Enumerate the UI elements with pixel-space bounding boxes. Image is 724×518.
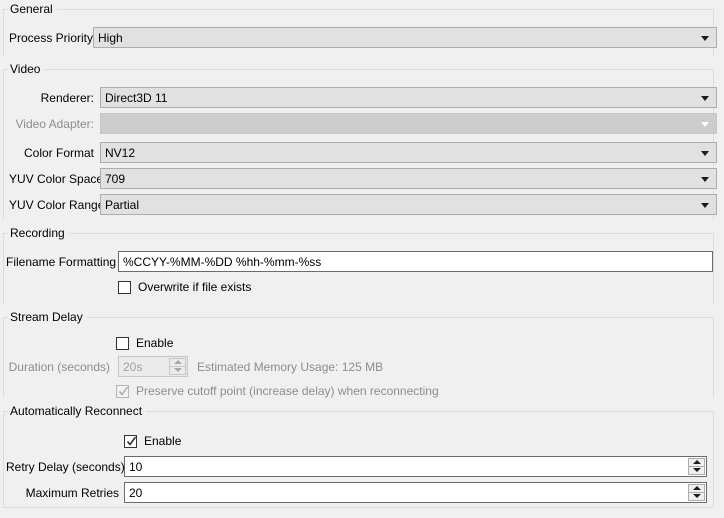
renderer-label: Renderer: xyxy=(40,90,94,105)
process-priority-combobox[interactable]: High xyxy=(93,27,717,48)
group-stream-delay-title: Stream Delay xyxy=(8,310,87,324)
retry-delay-input[interactable]: 10 xyxy=(124,456,707,477)
row-yuv-color-range: YUV Color Range Partial xyxy=(9,194,717,215)
yuv-color-range-combobox[interactable]: Partial xyxy=(100,194,717,215)
filename-formatting-input[interactable]: %CCYY-%MM-%DD %hh-%mm-%ss xyxy=(118,251,713,272)
filename-formatting-value: %CCYY-%MM-%DD %hh-%mm-%ss xyxy=(123,254,322,269)
preserve-cutoff-label: Preserve cutoff point (increase delay) w… xyxy=(136,384,439,398)
estimated-memory-usage-text: Estimated Memory Usage: 125 MB xyxy=(197,359,384,374)
renderer-value: Direct3D 11 xyxy=(105,90,168,105)
spin-down-button xyxy=(169,366,186,375)
settings-page: General Process Priority High Video Rend… xyxy=(0,0,724,518)
video-adapter-label: Video Adapter: xyxy=(15,116,94,131)
row-stream-delay-duration: Duration (seconds) 20s Estimated Memory … xyxy=(6,356,383,377)
spin-up-button[interactable] xyxy=(688,484,705,493)
chevron-down-icon xyxy=(701,176,709,182)
chevron-down-icon xyxy=(701,202,709,208)
stream-delay-enable-label: Enable xyxy=(136,336,174,350)
yuv-color-space-value: 709 xyxy=(105,171,126,186)
process-priority-value: High xyxy=(98,30,123,45)
maximum-retries-spin-buttons[interactable] xyxy=(688,484,705,501)
row-maximum-retries: Maximum Retries 20 xyxy=(6,482,707,503)
stream-delay-duration-spinner: 20s xyxy=(118,356,188,377)
group-recording: Recording Filename Formatting %CCYY-%MM-… xyxy=(3,226,714,304)
spin-down-button[interactable] xyxy=(688,466,705,475)
process-priority-label: Process Priority xyxy=(9,30,94,45)
yuv-color-space-label: YUV Color Space xyxy=(9,171,104,186)
yuv-color-range-value: Partial xyxy=(105,197,140,212)
row-filename-formatting: Filename Formatting %CCYY-%MM-%DD %hh-%m… xyxy=(6,251,713,272)
video-adapter-combobox xyxy=(100,113,717,134)
spin-up-button xyxy=(169,358,186,367)
retry-delay-spin-buttons[interactable] xyxy=(688,458,705,475)
color-format-value: NV12 xyxy=(105,145,136,160)
yuv-color-range-label: YUV Color Range xyxy=(9,197,105,212)
group-general-title: General xyxy=(8,2,57,16)
color-format-combobox[interactable]: NV12 xyxy=(100,142,717,163)
maximum-retries-label: Maximum Retries xyxy=(25,485,119,500)
retry-delay-label: Retry Delay (seconds) xyxy=(6,459,125,474)
stream-delay-duration-value: 20s xyxy=(123,359,143,374)
color-format-label: Color Format xyxy=(23,145,94,160)
overwrite-if-exists-checkbox-row[interactable]: Overwrite if file exists xyxy=(118,278,251,296)
group-recording-title: Recording xyxy=(8,226,69,240)
stream-delay-enable-checkbox[interactable] xyxy=(116,336,129,350)
chevron-down-icon xyxy=(701,35,709,41)
group-stream-delay: Stream Delay Enable Duration (seconds) 2… xyxy=(3,310,714,398)
group-general: General Process Priority High xyxy=(3,2,717,56)
stream-delay-duration-label: Duration (seconds) xyxy=(8,359,110,374)
yuv-color-space-combobox[interactable]: 709 xyxy=(100,168,717,189)
spin-up-button[interactable] xyxy=(688,458,705,467)
chevron-down-icon xyxy=(701,95,709,101)
retry-delay-value: 10 xyxy=(129,459,143,474)
chevron-down-icon xyxy=(701,121,709,127)
maximum-retries-input[interactable]: 20 xyxy=(124,482,707,503)
group-auto-reconnect: Automatically Reconnect Enable Retry Del… xyxy=(3,404,714,508)
checkmark-icon xyxy=(126,436,137,446)
auto-reconnect-enable-label: Enable xyxy=(144,434,182,448)
renderer-combobox[interactable]: Direct3D 11 xyxy=(100,87,717,108)
stream-delay-enable-checkbox-row[interactable]: Enable xyxy=(116,334,173,352)
preserve-cutoff-checkbox xyxy=(116,384,129,398)
stream-delay-duration-spin-buttons xyxy=(169,358,186,375)
row-color-format: Color Format NV12 xyxy=(9,142,717,163)
preserve-cutoff-checkbox-row: Preserve cutoff point (increase delay) w… xyxy=(116,382,439,400)
spin-down-button[interactable] xyxy=(688,492,705,501)
maximum-retries-value: 20 xyxy=(129,485,143,500)
row-renderer: Renderer: Direct3D 11 xyxy=(9,87,717,108)
checkmark-icon xyxy=(118,386,129,396)
group-video: Video Renderer: Direct3D 11 Video Adapte… xyxy=(3,62,717,220)
row-yuv-color-space: YUV Color Space 709 xyxy=(9,168,717,189)
group-video-title: Video xyxy=(8,62,45,76)
row-process-priority: Process Priority High xyxy=(9,27,717,48)
overwrite-if-exists-checkbox[interactable] xyxy=(118,280,131,294)
row-retry-delay: Retry Delay (seconds) 10 xyxy=(6,456,707,477)
overwrite-if-exists-label: Overwrite if file exists xyxy=(138,280,252,294)
auto-reconnect-enable-checkbox[interactable] xyxy=(124,434,137,448)
auto-reconnect-enable-checkbox-row[interactable]: Enable xyxy=(124,432,181,450)
row-video-adapter: Video Adapter: xyxy=(9,113,717,134)
chevron-down-icon xyxy=(701,150,709,156)
filename-formatting-label: Filename Formatting xyxy=(6,254,117,269)
group-auto-reconnect-title: Automatically Reconnect xyxy=(8,404,147,418)
